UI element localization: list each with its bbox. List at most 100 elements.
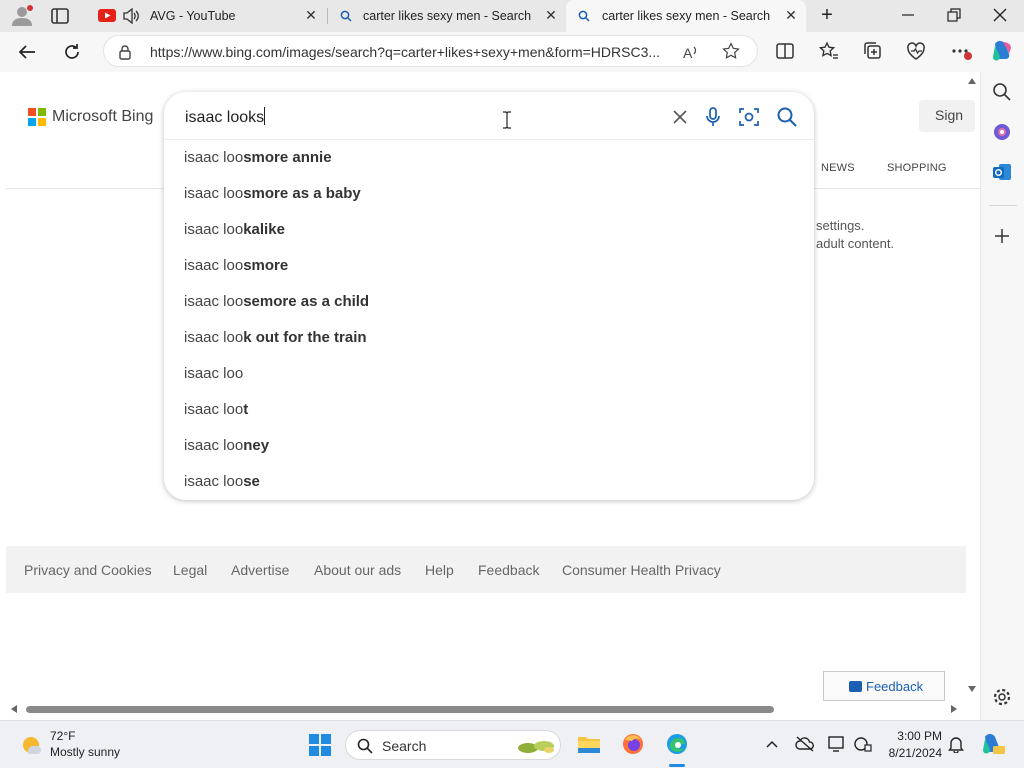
display-icon[interactable] bbox=[827, 735, 847, 753]
close-tab-icon[interactable]: ✕ bbox=[304, 8, 318, 22]
edge-sidebar bbox=[980, 72, 1024, 728]
feedback-icon bbox=[849, 681, 862, 692]
settings-gear-icon[interactable] bbox=[991, 686, 1013, 708]
suggestion-completion: ney bbox=[243, 437, 270, 454]
sign-in-button[interactable]: Sign bbox=[919, 100, 975, 132]
clock-date[interactable]: 8/21/2024 bbox=[884, 746, 942, 760]
footer-link-help[interactable]: Help bbox=[425, 562, 454, 578]
safesearch-message-line1: settings. bbox=[816, 218, 865, 233]
restore-icon[interactable] bbox=[946, 6, 962, 24]
suggestion-prefix: isaac loo bbox=[184, 473, 244, 490]
suggestion-completion: se bbox=[243, 473, 260, 490]
suggestion-item[interactable]: isaac loosmore annie bbox=[184, 149, 332, 166]
suggestion-prefix: isaac loo bbox=[184, 401, 244, 418]
suggestion-completion: smore as a baby bbox=[243, 185, 361, 202]
svg-text:A: A bbox=[683, 45, 693, 61]
url-text[interactable]: https://www.bing.com/images/search?q=car… bbox=[150, 44, 660, 60]
address-bar[interactable]: https://www.bing.com/images/search?q=car… bbox=[103, 35, 758, 67]
footer-link-health-privacy[interactable]: Consumer Health Privacy bbox=[562, 562, 721, 578]
minimize-icon[interactable] bbox=[900, 6, 916, 24]
footer-link-legal[interactable]: Legal bbox=[173, 562, 207, 578]
footer-link-advertise[interactable]: Advertise bbox=[231, 562, 289, 578]
scroll-left-arrow-icon[interactable] bbox=[10, 705, 18, 713]
suggestion-item[interactable]: isaac loo bbox=[184, 365, 243, 382]
footer-link-privacy[interactable]: Privacy and Cookies bbox=[24, 562, 152, 578]
weather-condition: Mostly sunny bbox=[50, 745, 121, 759]
more-options-icon[interactable] bbox=[950, 40, 972, 62]
suggestion-item[interactable]: isaac loose bbox=[184, 473, 260, 490]
footer-link-feedback[interactable]: Feedback bbox=[478, 562, 539, 578]
tab-title: carter likes sexy men - Search bbox=[363, 9, 532, 23]
close-tab-icon[interactable]: ✕ bbox=[544, 8, 558, 22]
tab-title: AVG - YouTube bbox=[150, 9, 236, 23]
copilot-icon[interactable] bbox=[990, 38, 1016, 64]
footer-link-about-ads[interactable]: About our ads bbox=[314, 562, 401, 578]
copilot-taskbar-icon[interactable] bbox=[980, 732, 1006, 756]
suggestion-completion: kalike bbox=[243, 221, 285, 238]
search-icon bbox=[340, 10, 352, 22]
file-explorer-icon[interactable] bbox=[577, 733, 601, 755]
outlook-icon[interactable] bbox=[991, 161, 1013, 183]
suggestion-completion: t bbox=[243, 401, 249, 418]
microphone-icon[interactable] bbox=[702, 106, 724, 128]
add-icon[interactable] bbox=[991, 225, 1013, 247]
clock-time[interactable]: 3:00 PM bbox=[886, 729, 942, 743]
speaker-icon[interactable] bbox=[122, 8, 140, 24]
split-screen-icon[interactable] bbox=[774, 40, 796, 62]
copilot-sidebar-icon[interactable] bbox=[991, 121, 1013, 143]
browser-essentials-icon[interactable] bbox=[905, 40, 927, 62]
suggestion-item[interactable]: isaac loosmore bbox=[184, 257, 288, 274]
suggestion-item[interactable]: isaac loot bbox=[184, 401, 248, 418]
firefox-icon[interactable] bbox=[621, 732, 645, 756]
lock-icon[interactable] bbox=[118, 44, 132, 60]
new-tab-button[interactable]: + bbox=[818, 5, 836, 25]
close-tab-icon[interactable]: ✕ bbox=[784, 8, 798, 22]
show-hidden-icons-icon[interactable] bbox=[766, 738, 778, 750]
nav-shopping[interactable]: SHOPPING bbox=[887, 162, 947, 174]
search-input[interactable]: isaac looks bbox=[185, 107, 266, 127]
horizontal-scrollbar[interactable] bbox=[6, 702, 964, 716]
tab-search-1[interactable]: carter likes sexy men - Search ✕ bbox=[328, 0, 566, 32]
cloud-offline-icon[interactable] bbox=[795, 735, 815, 753]
tab-search-images[interactable]: carter likes sexy men - Search Im ✕ bbox=[566, 0, 806, 32]
tab-actions-icon[interactable] bbox=[51, 7, 69, 25]
profile-icon[interactable] bbox=[10, 5, 34, 27]
search-submit-icon[interactable] bbox=[776, 106, 798, 128]
scrollbar-thumb[interactable] bbox=[26, 706, 774, 713]
edge-browser-icon[interactable] bbox=[665, 732, 689, 756]
nav-news[interactable]: NEWS bbox=[821, 162, 855, 174]
active-app-indicator bbox=[669, 764, 685, 767]
windows-start-icon[interactable] bbox=[309, 734, 331, 756]
taskbar-search[interactable]: Search bbox=[345, 730, 561, 760]
suggestion-completion: smore annie bbox=[243, 149, 332, 166]
taskbar-search-label: Search bbox=[382, 738, 427, 754]
suggestion-item[interactable]: isaac loosemore as a child bbox=[184, 293, 369, 310]
notification-bell-icon[interactable] bbox=[948, 735, 964, 753]
suggestion-prefix: isaac loo bbox=[184, 329, 244, 346]
scroll-right-arrow-icon[interactable] bbox=[950, 705, 958, 713]
search-icon[interactable] bbox=[991, 81, 1013, 103]
network-icon[interactable] bbox=[853, 735, 873, 753]
favorites-icon[interactable] bbox=[818, 40, 840, 62]
favorite-star-icon[interactable] bbox=[722, 42, 740, 60]
suggestion-item[interactable]: isaac lookalike bbox=[184, 221, 285, 238]
refresh-icon[interactable] bbox=[62, 42, 82, 62]
scroll-up-arrow-icon[interactable] bbox=[967, 76, 977, 86]
suggestion-prefix: isaac loo bbox=[184, 185, 244, 202]
suggestion-item[interactable]: isaac loosmore as a baby bbox=[184, 185, 361, 202]
suggestion-item[interactable]: isaac looney bbox=[184, 437, 269, 454]
search-icon bbox=[357, 738, 373, 754]
collections-icon[interactable] bbox=[862, 40, 884, 62]
feedback-button[interactable]: Feedback bbox=[823, 671, 945, 701]
back-icon[interactable] bbox=[17, 42, 37, 62]
read-aloud-icon[interactable]: A bbox=[682, 43, 700, 61]
logo-text: Microsoft Bing bbox=[52, 108, 154, 125]
weather-sun-icon bbox=[23, 737, 41, 754]
clear-search-icon[interactable] bbox=[669, 106, 691, 128]
close-window-icon[interactable] bbox=[992, 6, 1008, 24]
scroll-down-arrow-icon[interactable] bbox=[967, 684, 977, 694]
visual-search-icon[interactable] bbox=[738, 106, 760, 128]
suggestion-item[interactable]: isaac look out for the train bbox=[184, 329, 367, 346]
bing-logo[interactable]: Microsoft Bing bbox=[28, 108, 153, 126]
tab-youtube[interactable]: AVG - YouTube ✕ bbox=[86, 0, 328, 32]
